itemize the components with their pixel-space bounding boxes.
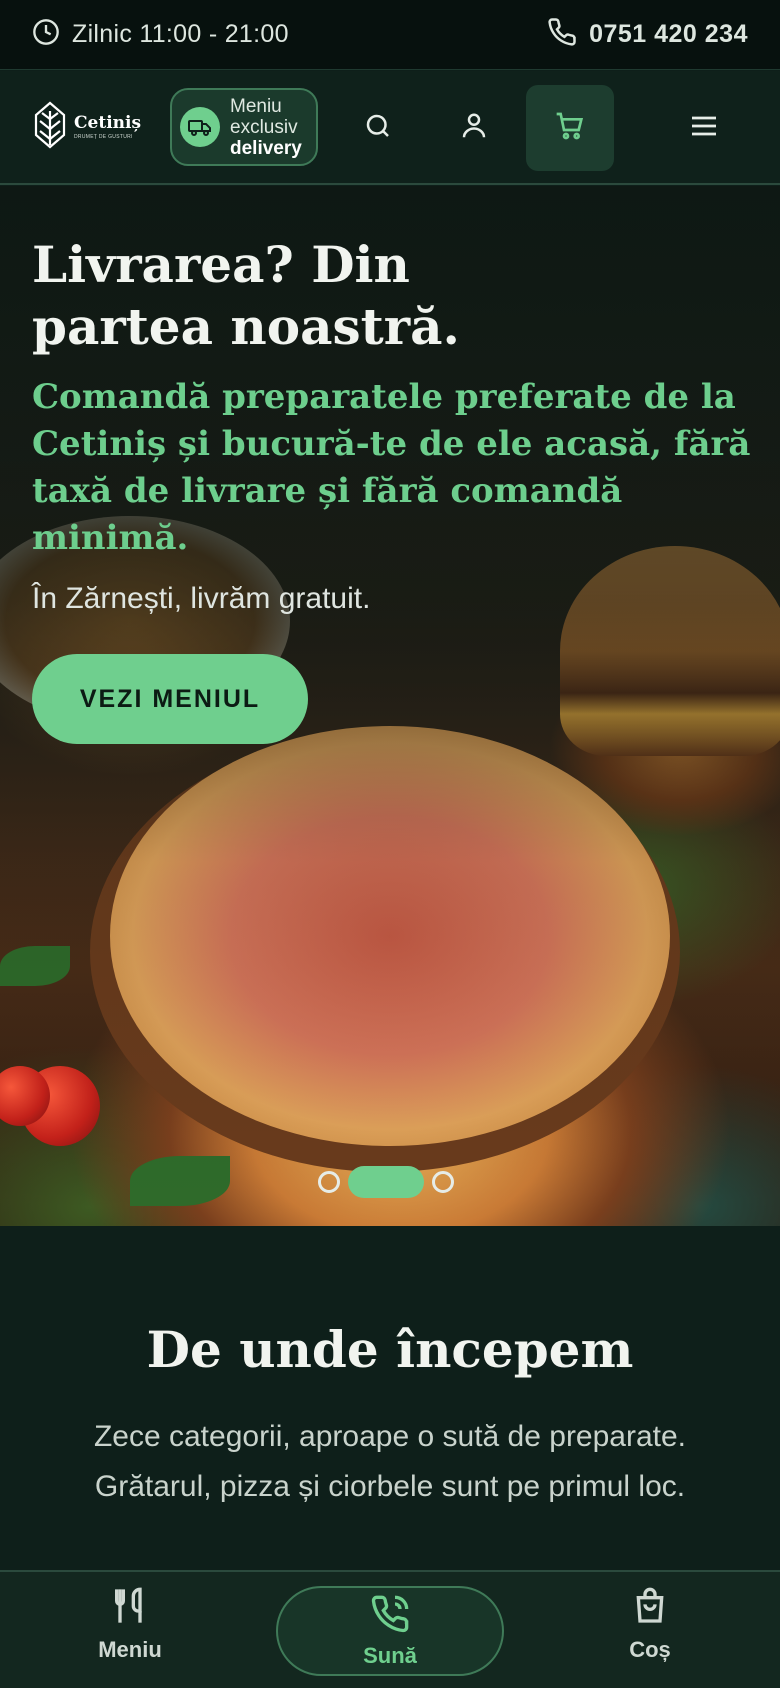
cart-icon	[554, 110, 586, 147]
nav-item-cart[interactable]: Coș	[610, 1586, 690, 1663]
hero-title: Livrarea? Din partea noastră.	[32, 235, 460, 356]
hamburger-menu-icon	[688, 110, 720, 147]
fork-knife-icon	[110, 1586, 150, 1631]
carousel-dots	[318, 1166, 454, 1198]
hero-note: În Zărnești, livrăm gratuit.	[32, 582, 371, 615]
section-description: Zece categorii, aproape o sută de prepar…	[40, 1412, 740, 1512]
hero-subtitle: Comandă preparatele preferate de la Ceti…	[32, 377, 751, 558]
carousel-dot-3[interactable]	[432, 1171, 454, 1193]
top-bar: Zilnic 11:00 - 21:00 0751 420 234	[0, 0, 780, 70]
hero-banner: Livrarea? Din partea noastră. Comandă pr…	[0, 186, 780, 1226]
clock-icon	[32, 18, 60, 51]
phone-number[interactable]: 0751 420 234	[589, 20, 748, 49]
opening-hours: Zilnic 11:00 - 21:00	[32, 18, 289, 51]
bottom-navigation: Meniu Sună Coș	[0, 1570, 780, 1688]
nav-item-menu[interactable]: Meniu	[90, 1586, 170, 1663]
carousel-dot-2[interactable]	[348, 1166, 424, 1198]
site-header: Cetiniș DRUMEȚ DE GUSTURI Meniu exclusiv…	[0, 71, 780, 185]
phone-call-icon	[370, 1594, 410, 1639]
search-button[interactable]	[334, 85, 422, 171]
user-icon	[459, 111, 489, 146]
shopping-bag-icon	[630, 1586, 670, 1631]
categories-intro: De unde începem Zece categorii, aproape …	[0, 1226, 780, 1570]
nav-label-call: Sună	[363, 1642, 417, 1668]
nav-item-call[interactable]: Sună	[276, 1586, 504, 1676]
hamburger-menu-button[interactable]	[660, 85, 748, 171]
section-line1: Zece categorii, aproape o sută de prepar…	[93, 1420, 687, 1453]
phone-link[interactable]: 0751 420 234	[547, 17, 748, 52]
search-icon	[363, 111, 393, 146]
section-title: De unde începem	[146, 1320, 634, 1379]
phone-icon	[547, 17, 577, 52]
opening-hours-text: Zilnic 11:00 - 21:00	[72, 20, 289, 48]
view-menu-button[interactable]: VEZI MENIUL	[32, 654, 308, 744]
account-button[interactable]	[430, 85, 518, 171]
carousel-dot-1[interactable]	[318, 1171, 340, 1193]
section-line2: Grătarul, pizza și ciorbele sunt pe prim…	[94, 1470, 686, 1503]
cart-button[interactable]	[526, 85, 614, 171]
nav-label-cart: Coș	[629, 1637, 671, 1662]
nav-label-menu: Meniu	[98, 1637, 162, 1662]
